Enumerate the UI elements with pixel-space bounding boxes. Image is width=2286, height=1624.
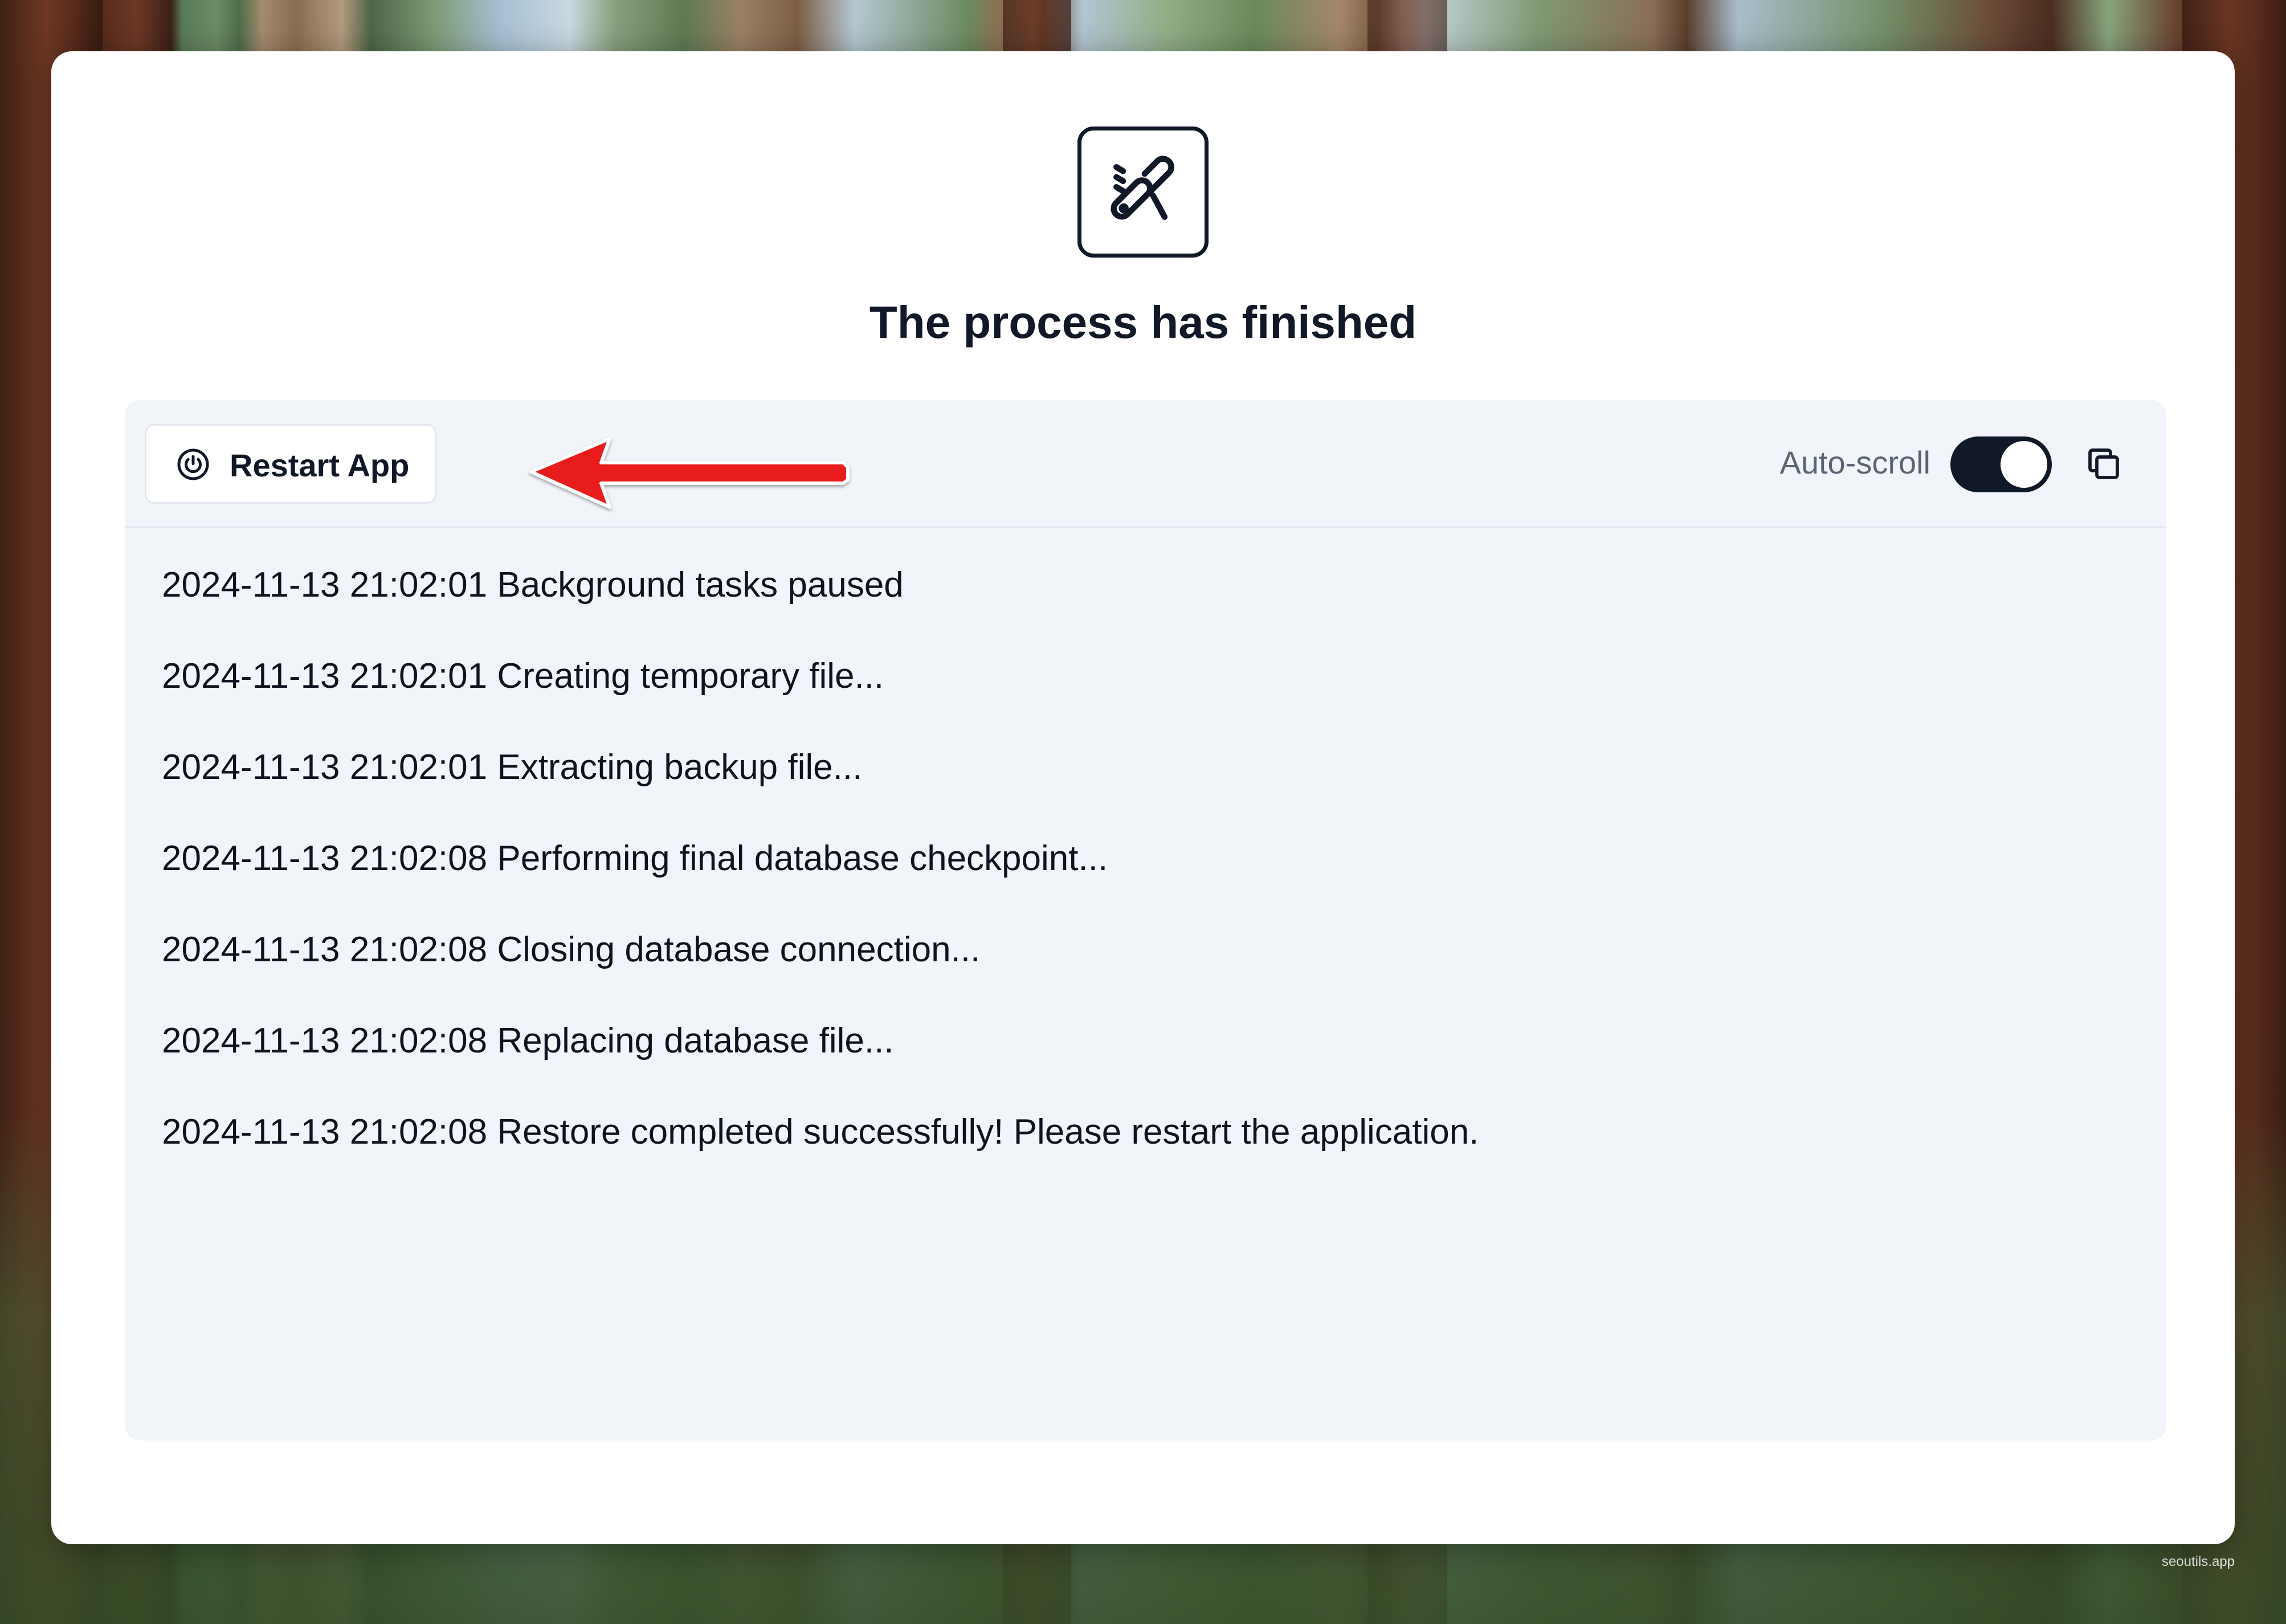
log-line: 2024-11-13 21:02:08 Closing database con…	[162, 930, 981, 969]
page-title: The process has finished	[869, 297, 1417, 348]
autoscroll-toggle[interactable]	[1950, 436, 2052, 492]
watermark: seoutils.app	[2161, 1554, 2235, 1569]
restart-app-button[interactable]: Restart App	[145, 424, 436, 504]
log-line: 2024-11-13 21:02:08 Performing final dat…	[162, 839, 1108, 878]
log-toolbar: Restart App Auto-scroll	[125, 400, 2166, 528]
log-line: 2024-11-13 21:02:08 Replacing database f…	[162, 1021, 894, 1060]
log-line: 2024-11-13 21:02:01 Creating temporary f…	[162, 656, 884, 696]
swiss-knife-icon	[1077, 127, 1209, 258]
restart-app-label: Restart App	[230, 447, 410, 483]
power-icon	[176, 447, 210, 482]
log-line: 2024-11-13 21:02:01 Background tasks pau…	[162, 565, 904, 605]
annotation-arrow	[529, 437, 850, 509]
log-line: 2024-11-13 21:02:08 Restore completed su…	[162, 1112, 1479, 1152]
autoscroll-label: Auto-scroll	[1779, 444, 1930, 480]
log-output: 2024-11-13 21:02:01 Background tasks pau…	[162, 565, 1479, 1203]
process-dialog: The process has finished Restart App Aut…	[51, 51, 2235, 1544]
toggle-knob	[2001, 441, 2047, 488]
copy-icon[interactable]	[2083, 443, 2124, 484]
log-panel: Restart App Auto-scroll 2024-11-13 21:02…	[125, 400, 2166, 1441]
log-line: 2024-11-13 21:02:01 Extracting backup fi…	[162, 748, 863, 787]
